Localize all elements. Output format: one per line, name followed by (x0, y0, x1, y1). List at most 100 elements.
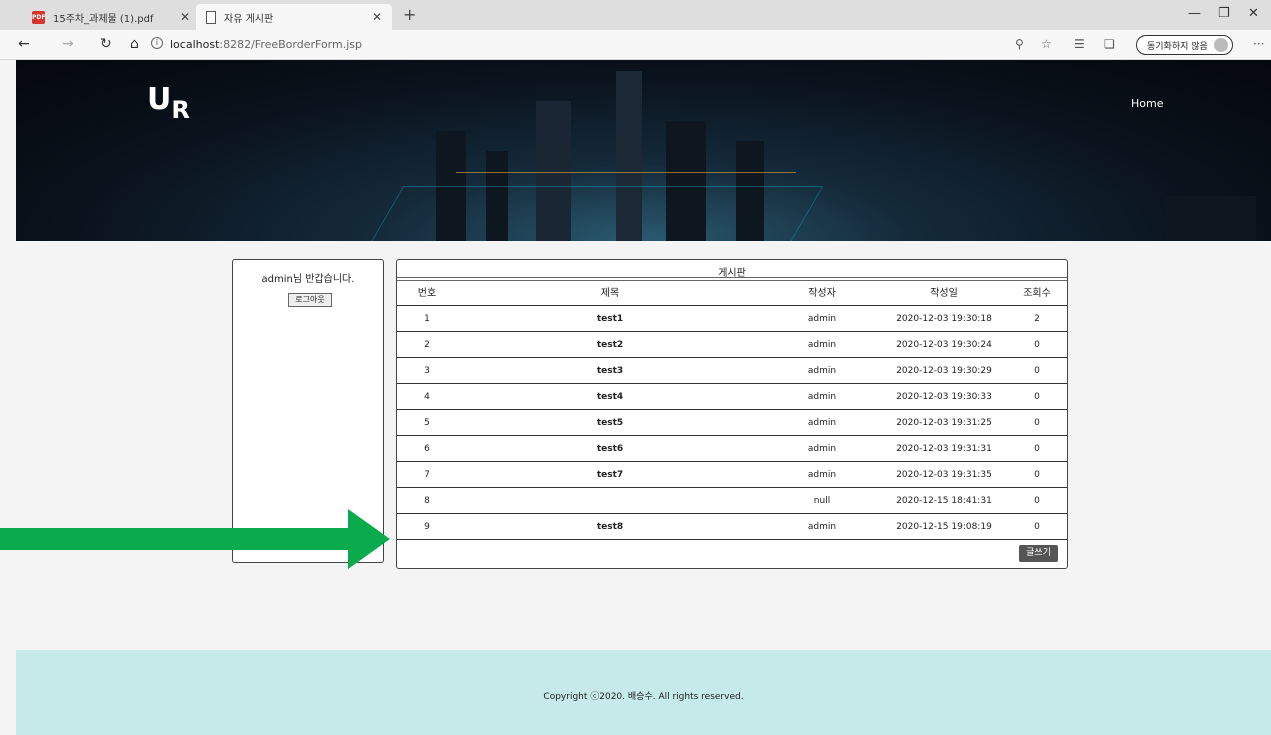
copyright-text: Copyright ⓒ2020. 배승수. All rights reserve… (543, 692, 744, 702)
close-icon[interactable]: ✕ (180, 10, 190, 24)
table-row: 6 test6 admin 2020-12-03 19:31:31 0 (397, 437, 1067, 462)
row-writer: admin (807, 444, 837, 454)
annotation-arrow-head (348, 509, 390, 569)
column-header-title: 제목 (600, 288, 620, 299)
header-banner: UR Home (16, 60, 1271, 241)
row-writer: admin (807, 470, 837, 480)
info-icon[interactable]: i (151, 37, 163, 49)
row-date: 2020-12-03 19:30:18 (896, 314, 992, 324)
favorites-list-icon[interactable]: ☰ (1074, 37, 1085, 51)
row-hits: 0 (1034, 470, 1040, 480)
table-header-row: 번호 제목 작성자 작성일 조회수 (397, 281, 1067, 306)
column-header-hits: 조회수 (1023, 288, 1051, 299)
browser-tab-bar: PDF 15주차_과제물 (1).pdf ✕ 자유 게시판 ✕ + — ❐ ✕ (0, 0, 1271, 30)
row-hits: 0 (1034, 340, 1040, 350)
row-no: 5 (424, 418, 430, 428)
row-no: 9 (424, 522, 430, 532)
row-no: 1 (424, 314, 430, 324)
back-icon[interactable]: ← (18, 36, 30, 52)
skyline-shape (1166, 196, 1256, 241)
document-icon (206, 10, 216, 24)
browser-address-bar: ← → ↻ ⌂ i localhost:8282/FreeBorderForm.… (0, 30, 1271, 60)
row-date: 2020-12-03 19:31:35 (896, 470, 992, 480)
row-date: 2020-12-03 19:30:24 (896, 340, 992, 350)
divider (397, 277, 1067, 278)
row-date: 2020-12-03 19:31:31 (896, 444, 992, 454)
row-no: 2 (424, 340, 430, 350)
new-tab-icon[interactable]: + (403, 5, 416, 24)
column-header-writer: 작성자 (808, 288, 836, 299)
forward-icon[interactable]: → (62, 36, 74, 52)
tab-label: 15주차_과제물 (1).pdf (53, 13, 154, 25)
window-close-icon[interactable]: ✕ (1248, 6, 1259, 21)
welcome-text: admin님 반갑습니다. (261, 274, 355, 285)
row-writer: admin (807, 392, 837, 402)
row-no: 8 (424, 496, 430, 506)
row-no: 4 (424, 392, 430, 402)
post-title-link[interactable]: test2 (547, 333, 673, 358)
row-hits: 0 (1034, 418, 1040, 428)
sync-label: 동기화하지 않음 (1147, 41, 1208, 52)
gold-line (456, 172, 796, 173)
row-writer: null (813, 496, 831, 506)
collections-icon[interactable]: ❏ (1104, 37, 1115, 51)
row-no: 3 (424, 366, 430, 376)
logo-sub: R (171, 96, 190, 124)
post-title-link[interactable]: test7 (547, 463, 673, 488)
row-hits: 0 (1034, 392, 1040, 402)
post-title-link[interactable]: test8 (547, 515, 673, 540)
row-hits: 2 (1034, 314, 1040, 324)
more-icon[interactable]: ··· (1253, 37, 1264, 51)
row-no: 7 (424, 470, 430, 480)
row-date: 2020-12-03 19:30:29 (896, 366, 992, 376)
post-title-link[interactable] (547, 489, 673, 514)
table-row: 2 test2 admin 2020-12-03 19:30:24 0 (397, 333, 1067, 358)
table-row: 3 test3 admin 2020-12-03 19:30:29 0 (397, 359, 1067, 384)
restore-icon[interactable]: ❐ (1218, 6, 1230, 21)
nav-home-link[interactable]: Home (1131, 97, 1163, 110)
row-writer: admin (807, 418, 837, 428)
url-path: :8282/FreeBorderForm.jsp (219, 38, 362, 51)
post-title-link[interactable]: test5 (547, 411, 673, 436)
avatar (1213, 38, 1228, 52)
url-field[interactable]: localhost:8282/FreeBorderForm.jsp (170, 38, 362, 51)
browser-tab-pdf[interactable]: PDF 15주차_과제물 (1).pdf ✕ (22, 4, 200, 30)
table-row: 9 test8 admin 2020-12-15 19:08:19 0 (397, 515, 1067, 540)
url-host: localhost (170, 38, 220, 51)
logout-button[interactable]: 로그아웃 (288, 293, 332, 307)
post-title-link[interactable]: test4 (547, 385, 673, 410)
post-title-link[interactable]: test1 (547, 307, 673, 332)
sync-button[interactable]: 동기화하지 않음 (1136, 35, 1233, 55)
row-writer: admin (807, 314, 837, 324)
tab-label: 자유 게시판 (224, 13, 274, 25)
close-icon[interactable]: ✕ (372, 10, 382, 24)
table-row: 8 null 2020-12-15 18:41:31 0 (397, 489, 1067, 514)
post-title-link[interactable]: test3 (547, 359, 673, 384)
row-hits: 0 (1034, 366, 1040, 376)
grid-line (368, 186, 824, 241)
post-title-link[interactable]: test6 (547, 437, 673, 462)
row-hits: 0 (1034, 496, 1040, 506)
row-date: 2020-12-15 18:41:31 (896, 496, 992, 506)
browser-tab-board[interactable]: 자유 게시판 ✕ (196, 4, 392, 30)
site-logo[interactable]: UR (147, 82, 190, 124)
write-post-button[interactable]: 글쓰기 (1019, 545, 1058, 562)
row-hits: 0 (1034, 444, 1040, 454)
zoom-icon[interactable]: ⚲ (1015, 37, 1024, 51)
logo-main: U (147, 82, 172, 117)
table-row: 7 test7 admin 2020-12-03 19:31:35 0 (397, 463, 1067, 488)
table-row: 4 test4 admin 2020-12-03 19:30:33 0 (397, 385, 1067, 410)
row-date: 2020-12-03 19:31:25 (896, 418, 992, 428)
home-icon[interactable]: ⌂ (130, 36, 139, 52)
row-no: 6 (424, 444, 430, 454)
minimize-icon[interactable]: — (1188, 6, 1201, 21)
board-panel: 게시판 번호 제목 작성자 작성일 조회수 1 test1 admin 2020… (396, 259, 1068, 569)
refresh-icon[interactable]: ↻ (100, 36, 112, 52)
table-row: 1 test1 admin 2020-12-03 19:30:18 2 (397, 307, 1067, 332)
pdf-icon: PDF (32, 10, 45, 24)
favorite-star-icon[interactable]: ☆ (1041, 37, 1052, 51)
row-writer: admin (807, 340, 837, 350)
row-date: 2020-12-15 19:08:19 (896, 522, 992, 532)
annotation-arrow-shaft (0, 528, 350, 550)
row-date: 2020-12-03 19:30:33 (896, 392, 992, 402)
